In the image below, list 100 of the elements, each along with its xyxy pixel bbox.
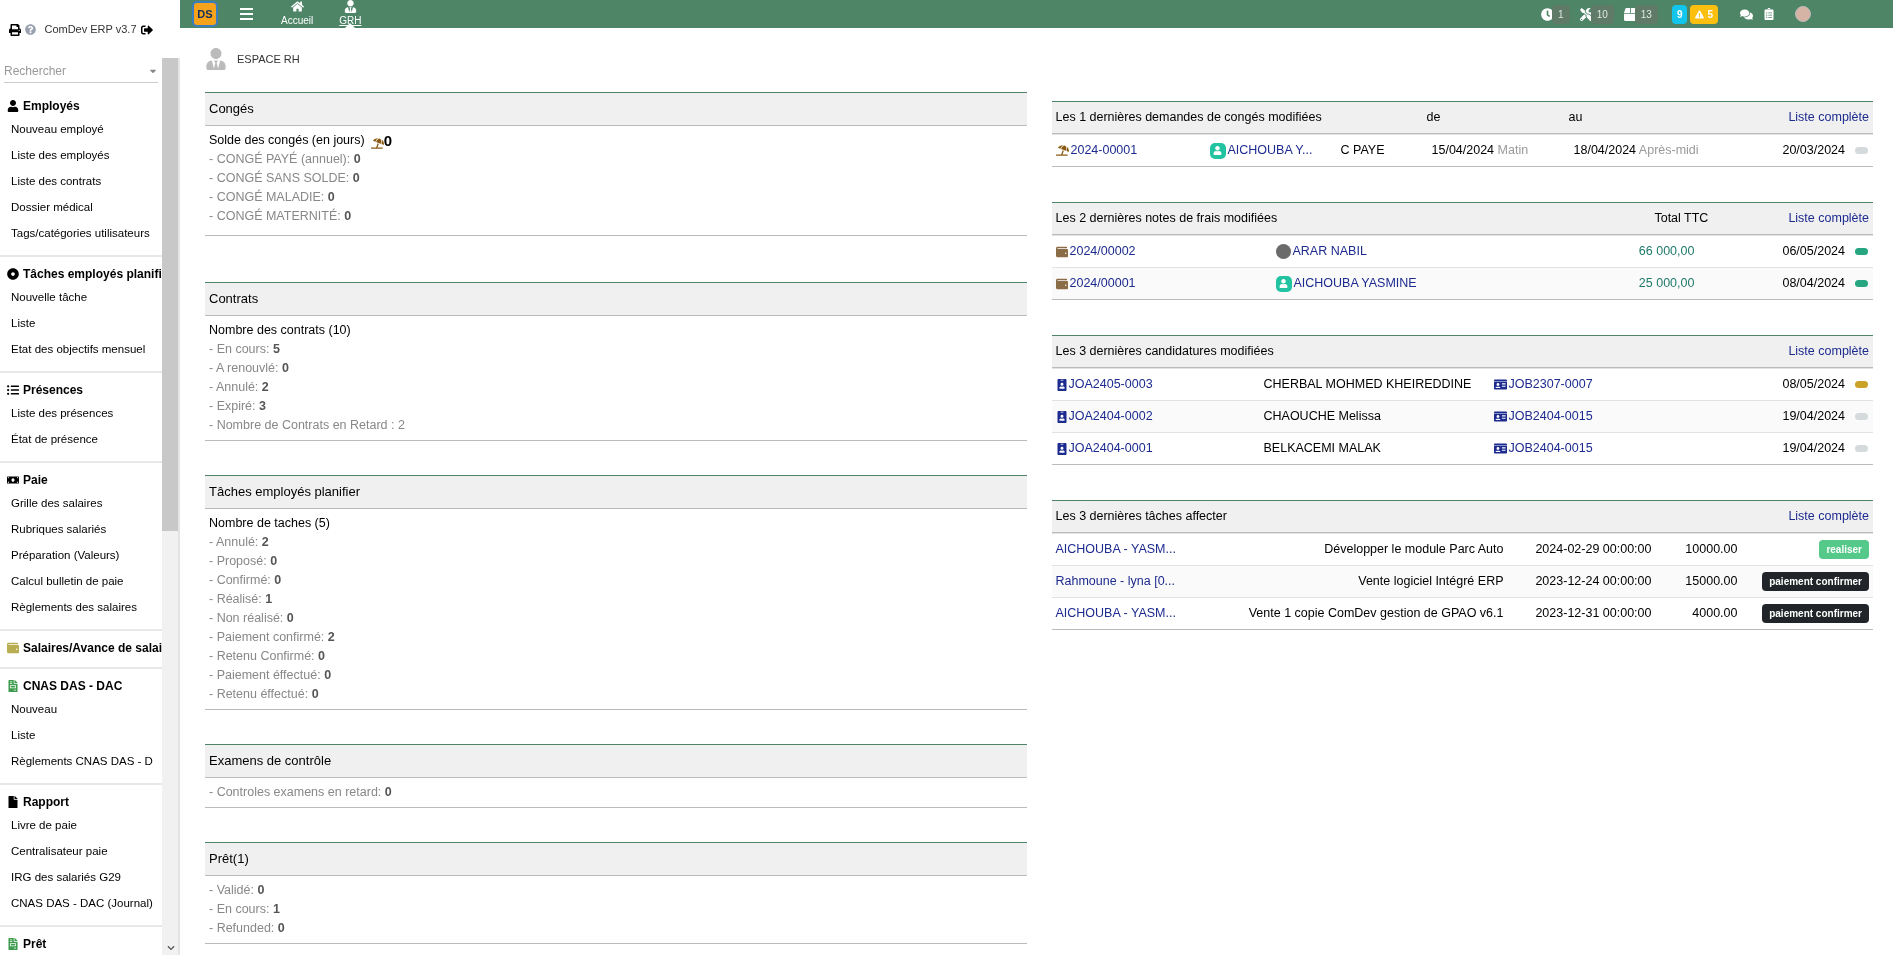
search-field[interactable]: Rechercher	[4, 61, 148, 80]
nav-tab[interactable]: GRH	[339, 0, 362, 28]
scrollbar[interactable]	[162, 58, 180, 955]
logo[interactable]: DS	[192, 1, 218, 27]
counter-badge: 13	[1634, 4, 1658, 24]
sidebar-item[interactable]: Liste des présences	[11, 405, 114, 423]
job-link[interactable]: JOB2307-0007	[1508, 375, 1593, 394]
table-cell: 18/04/2024	[1573, 143, 1637, 158]
job-link[interactable]: JOB2404-0015	[1508, 439, 1593, 458]
help-icon[interactable]	[25, 24, 37, 35]
full-list-link[interactable]: Liste complète	[1788, 108, 1869, 127]
job-link[interactable]: JOB2404-0015	[1508, 407, 1593, 426]
table-title: Les 3 dernières tâches affecter	[1055, 508, 1227, 526]
sidebar-section-title[interactable]: Paie	[23, 471, 48, 489]
stat-line: - Controles examens en retard: 0	[209, 785, 392, 799]
sidebar-section-title[interactable]: Rapport	[23, 793, 69, 811]
assignee-link[interactable]: AICHOUBA - YASM...	[1055, 540, 1196, 559]
full-list-link[interactable]: Liste complète	[1788, 342, 1869, 361]
document-icon	[7, 680, 19, 692]
wallet-icon	[1055, 277, 1068, 290]
sidebar-section-title[interactable]: Tâches employés planifi	[23, 265, 162, 283]
table-cell: Matin	[1497, 143, 1529, 158]
stat-line: - Validé: 0	[209, 883, 265, 897]
table-cell: Après-midi	[1638, 143, 1699, 158]
expense-report-link[interactable]: 2024/00002	[1069, 242, 1136, 261]
avatar[interactable]	[1795, 6, 1811, 22]
employee-link[interactable]: ARAR NABIL	[1292, 242, 1367, 261]
document-icon	[7, 938, 19, 950]
table-cell-text: 19/04/2024	[1782, 440, 1845, 458]
sidebar-item[interactable]: Dossier médical	[11, 199, 93, 217]
clock-icon[interactable]	[1541, 7, 1555, 21]
print-icon[interactable]	[9, 23, 22, 36]
sidebar-item[interactable]: Règlements CNAS DAS - D	[11, 753, 153, 771]
assignee-link[interactable]: AICHOUBA - YASM...	[1055, 604, 1196, 623]
application-link[interactable]: JOA2404-0001	[1068, 439, 1153, 458]
table-title: Les 3 dernières candidatures modifiées	[1055, 343, 1274, 361]
stat-line: - CONGÉ SANS SOLDE: 0	[209, 171, 360, 185]
sidebar-item[interactable]: Préparation (Valeurs)	[11, 547, 120, 565]
candidate-name: CHAOUCHE Melissa	[1263, 408, 1382, 426]
sidebar-item[interactable]: Rubriques salariés	[11, 521, 107, 539]
full-list-link[interactable]: Liste complète	[1788, 211, 1869, 226]
panel-title: Tâches employés planifier	[209, 483, 361, 502]
sidebar-item[interactable]: Liste des employés	[11, 147, 110, 165]
sidebar-item[interactable]: Nouveau	[11, 701, 58, 719]
sidebar-item[interactable]: Nouveau employé	[11, 121, 104, 139]
stat-line: - A renouvlé: 0	[209, 361, 289, 375]
sidebar-item[interactable]: IRG des salariés G29	[11, 869, 121, 887]
candidate-name: BELKACEMI MALAK	[1263, 440, 1382, 458]
box-icon[interactable]	[1623, 7, 1637, 21]
table-cell-text: 19/04/2024	[1782, 408, 1845, 426]
sidebar-section-title[interactable]: Prêt	[23, 935, 47, 953]
table-title: Les 1 dernières demandes de congés modifiées	[1055, 109, 1323, 127]
full-list-link[interactable]: Liste complète	[1788, 507, 1869, 526]
expense-report-link[interactable]: 2024/00001	[1069, 274, 1136, 293]
employee-link[interactable]: AICHOUBA YASMINE	[1293, 274, 1417, 293]
sidebar-item[interactable]: Règlements des salaires	[11, 599, 137, 617]
sidebar-section-title[interactable]: Salaires/Avance de salai	[23, 639, 162, 657]
sidebar-item[interactable]: Liste	[11, 315, 36, 333]
leave-request-link[interactable]: 2024-00001	[1070, 141, 1138, 160]
chat-icon[interactable]	[1740, 7, 1753, 21]
sidebar-section-title[interactable]: Présences	[23, 381, 84, 399]
nav-tab[interactable]: Accueil	[281, 0, 314, 28]
sidebar-item[interactable]: Livre de paie	[11, 817, 77, 835]
user-tie-icon	[205, 48, 227, 70]
sidebar-item[interactable]: Liste	[11, 727, 36, 745]
table-cell: 15/04/2024	[1431, 143, 1495, 158]
file-icon	[7, 796, 19, 808]
stat-line: - En cours: 1	[209, 902, 280, 916]
sidebar-section-title[interactable]: CNAS DAS - DAC	[23, 677, 123, 695]
clipboard-icon[interactable]	[1763, 8, 1775, 20]
table-cell-text: 4000.00	[1691, 605, 1738, 623]
stat-line: - Proposé: 0	[209, 554, 278, 568]
sidebar-item[interactable]: Nouvelle tâche	[11, 289, 88, 307]
sidebar-item[interactable]: État de présence	[11, 431, 98, 449]
id-badge-icon	[1055, 410, 1068, 423]
sidebar-item[interactable]: Tags/catégories utilisateurs	[11, 225, 150, 243]
sidebar-item[interactable]: Calcul bulletin de paie	[11, 573, 124, 591]
application-link[interactable]: JOA2404-0002	[1068, 407, 1153, 426]
table-cell-text: 08/04/2024	[1782, 275, 1845, 293]
scroll-down-icon[interactable]	[167, 944, 175, 952]
sidebar-item[interactable]: Liste des contrats	[11, 173, 102, 191]
sidebar-section-title[interactable]: Employés	[23, 97, 80, 115]
home-icon	[290, 0, 304, 13]
logout-icon[interactable]	[140, 23, 153, 36]
sidebar-item[interactable]: Grille des salaires	[11, 495, 103, 513]
list-icon	[7, 384, 19, 396]
employee-link[interactable]: AICHOUBA Y...	[1227, 141, 1313, 160]
assignee-link[interactable]: Rahmoune - lyna [0...	[1055, 572, 1196, 591]
task-description: Vente logiciel Intégré ERP	[1357, 573, 1504, 591]
table-cell-text: 10000.00	[1684, 541, 1738, 559]
counter-badge: 10	[1590, 4, 1614, 24]
sidebar-item[interactable]: Centralisateur paie	[11, 843, 108, 861]
scrollbar-thumb[interactable]	[162, 58, 178, 531]
summary-text: Solde des congés (en jours)	[209, 132, 365, 149]
id-card-icon	[1493, 442, 1507, 455]
stat-line: - Expiré: 3	[209, 399, 266, 413]
application-link[interactable]: JOA2405-0003	[1068, 375, 1153, 394]
sidebar-item[interactable]: Etat des objectifs mensuel	[11, 341, 146, 359]
sidebar-item[interactable]: CNAS DAS - DAC (Journal)	[11, 895, 153, 913]
menu-icon[interactable]	[240, 8, 253, 20]
